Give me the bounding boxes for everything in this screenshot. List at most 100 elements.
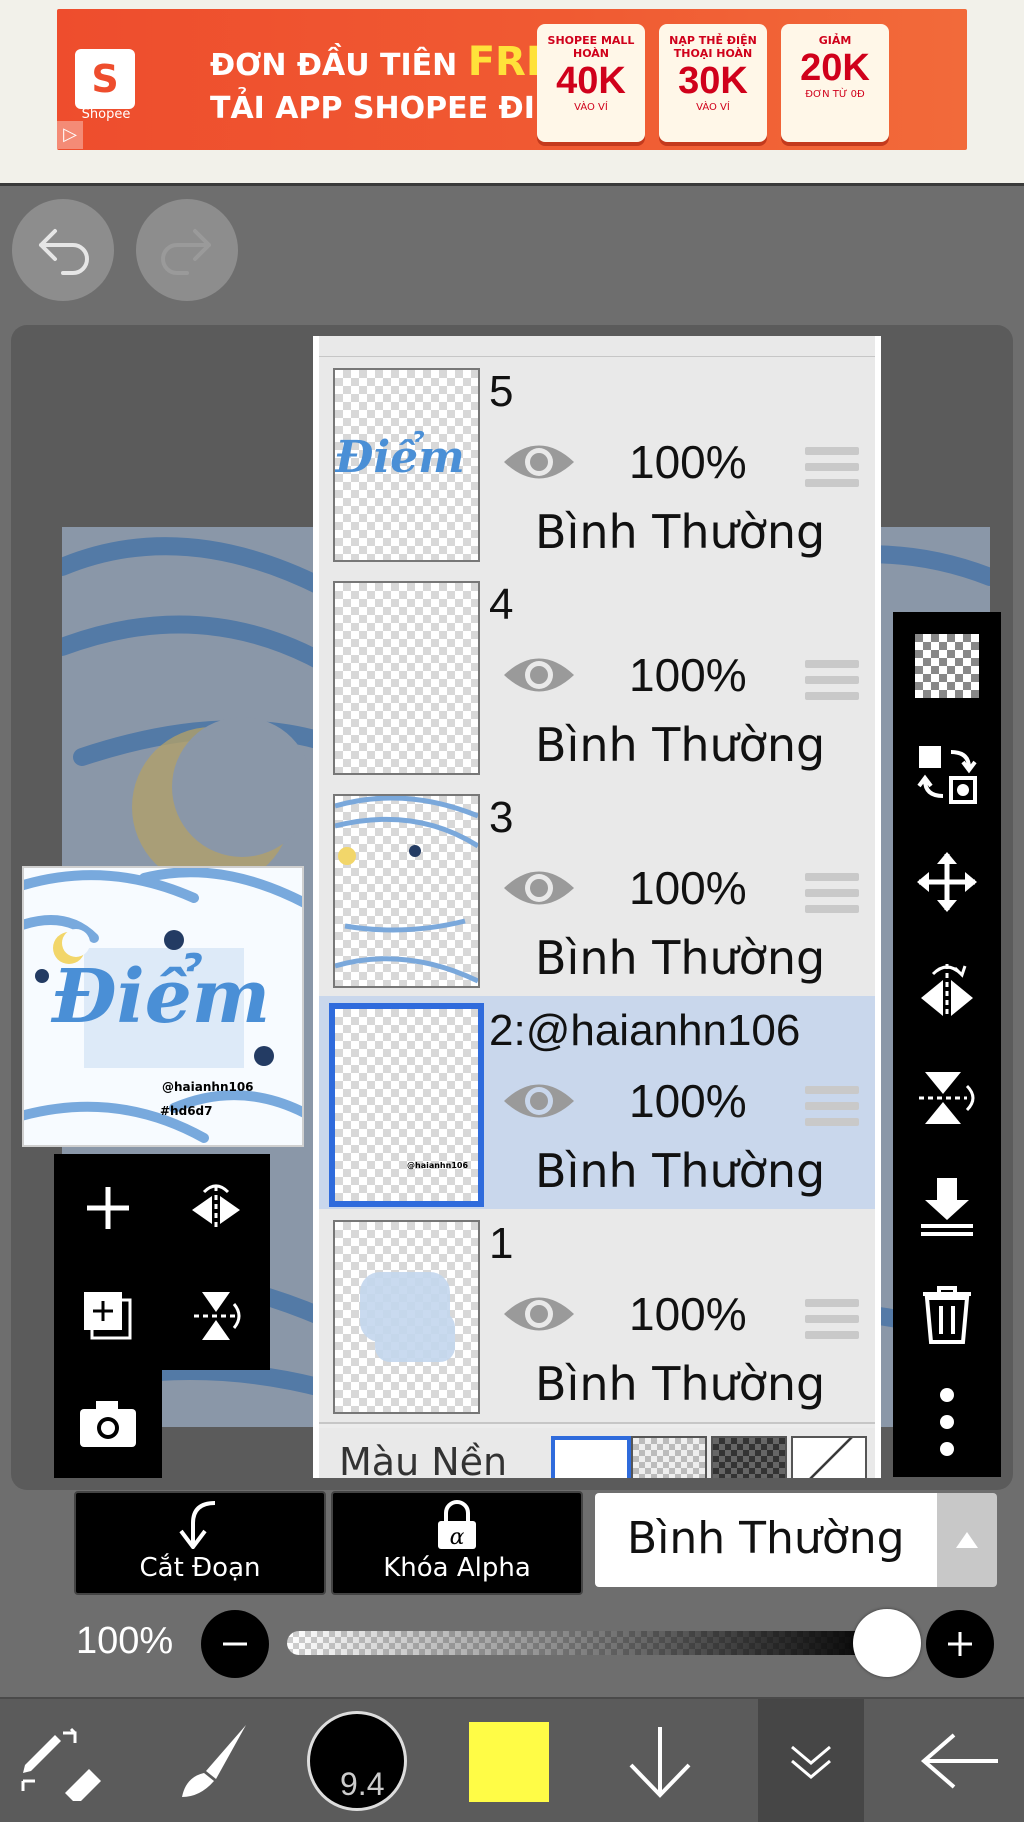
layer-name: 3 [489, 793, 514, 842]
brush-icon [182, 1724, 246, 1797]
triangle-up-icon [956, 1532, 978, 1548]
brush-size-button[interactable]: 9.4 [307, 1711, 407, 1811]
ad-choices-icon[interactable]: ▷ [57, 121, 83, 149]
add-layer-button[interactable] [54, 1154, 162, 1262]
blend-mode-value: Bình Thường [627, 1513, 905, 1564]
merge-down-button[interactable] [893, 1152, 1001, 1260]
visibility-eye-icon[interactable] [501, 1289, 577, 1339]
import-photo-button[interactable] [54, 1370, 162, 1478]
layer-opacity: 100% [629, 1288, 747, 1340]
layer-row[interactable]: Điểm 5 100% Bình Thường [319, 357, 875, 572]
transparency-button[interactable] [893, 612, 1001, 720]
visibility-eye-icon[interactable] [501, 437, 577, 487]
pen-eraser-switch-icon [21, 1727, 101, 1801]
flip-vertical-layer-button[interactable] [162, 1262, 270, 1370]
blend-mode-select[interactable]: Bình Thường [595, 1493, 937, 1587]
layer-name: 4 [489, 580, 514, 629]
layer-row[interactable]: 1 100% Bình Thường [319, 1209, 875, 1424]
layer-swap-button[interactable] [893, 720, 1001, 828]
layer-blend-mode: Bình Thường [535, 505, 826, 559]
flip-horizontal-button[interactable] [893, 936, 1001, 1044]
clipping-button[interactable]: Cắt Đoạn [74, 1491, 326, 1595]
tool-switch-button[interactable] [10, 1699, 110, 1822]
background-color-row[interactable]: Màu Nền [319, 1428, 875, 1478]
brush-size-value: 9.4 [340, 1766, 385, 1802]
camera-pad [54, 1370, 162, 1478]
layer-row[interactable]: 3 100% Bình Thường [319, 783, 875, 998]
flip-horizontal-layer-button[interactable] [162, 1154, 270, 1262]
layer-name: 2:@haianhn106 [489, 1006, 801, 1055]
minus-icon [223, 1642, 247, 1646]
flip-vertical-icon [919, 1072, 975, 1124]
visibility-eye-icon[interactable] [501, 1076, 577, 1126]
layer-list-scroll[interactable]: Điểm 5 100% Bình Thường 4 100% Bình Thườ… [319, 336, 875, 1478]
opacity-slider-track[interactable] [287, 1631, 887, 1655]
blend-mode-dropdown-button[interactable] [937, 1493, 997, 1587]
bg-swatch-white[interactable] [551, 1436, 631, 1478]
drag-handle-icon[interactable] [805, 873, 859, 913]
flip-horizontal-icon [921, 964, 973, 1018]
plus-icon [948, 1632, 972, 1656]
coupon-sub: ĐƠN TỪ 0Đ [805, 89, 865, 100]
layer-blend-mode: Bình Thường [535, 931, 826, 985]
bg-swatch-none[interactable] [791, 1436, 867, 1478]
svg-text:α: α [450, 1525, 465, 1550]
layer-blend-mode: Bình Thường [535, 718, 826, 772]
right-toolbar [893, 612, 1001, 1477]
move-icon [917, 852, 977, 912]
drag-handle-icon[interactable] [805, 447, 859, 487]
back-button[interactable] [905, 1699, 1015, 1822]
plus-icon [87, 1187, 129, 1229]
trash-icon [923, 1286, 971, 1344]
current-color-button[interactable] [469, 1722, 549, 1802]
coupon-top: SHOPEE MALL HOÀN [547, 34, 635, 60]
layer-thumbnail [333, 1220, 480, 1414]
drag-handle-icon[interactable] [805, 660, 859, 700]
thumbnail-title-text: Điểm [52, 954, 271, 1040]
ad-subline: TẢI APP SHOPEE ĐI [210, 91, 535, 126]
drag-handle-icon[interactable] [805, 1086, 859, 1126]
layer-thumbnail: Điểm [333, 368, 480, 562]
bg-swatch-transparent[interactable] [631, 1436, 707, 1478]
more-options-button[interactable] [893, 1368, 1001, 1476]
coupon-top: GIẢM [818, 34, 852, 47]
coupon-sub: VÀO VÍ [574, 102, 608, 113]
undo-icon [39, 229, 89, 275]
redo-icon [161, 229, 211, 275]
arrow-left-icon [920, 1732, 998, 1789]
visibility-eye-icon[interactable] [501, 863, 577, 913]
shopee-ad-banner[interactable]: S Shopee ĐƠN ĐẦU TIÊN FREE TẢI APP SHOPE… [57, 9, 967, 150]
layer-row-selected[interactable]: @haianhn106 2:@haianhn106 100% Bình Thườ… [319, 996, 875, 1211]
layer-opacity: 100% [629, 1075, 747, 1127]
opacity-increase-button[interactable] [926, 1610, 994, 1678]
duplicate-layer-button[interactable] [54, 1262, 162, 1370]
layer-thumbnail: @haianhn106 [329, 1003, 484, 1207]
brush-tool-button[interactable] [160, 1699, 260, 1822]
layer-down-button[interactable] [610, 1699, 710, 1822]
canvas-thumbnail[interactable]: Điểm @haianhn106 #hd6d7 [22, 866, 304, 1147]
alpha-lock-button[interactable]: α Khóa Alpha [331, 1491, 583, 1595]
redo-button[interactable] [136, 199, 238, 301]
thumbnail-code-text: #hd6d7 [160, 1104, 213, 1118]
ad-coupon: NẠP THẺ ĐIỆN THOẠI HOÀN 30K VÀO VÍ [659, 24, 767, 142]
layer-panel-toggle-button[interactable] [758, 1699, 864, 1822]
opacity-decrease-button[interactable] [201, 1610, 269, 1678]
drag-handle-icon[interactable] [805, 1299, 859, 1339]
opacity-slider-handle[interactable] [853, 1609, 921, 1677]
undo-button[interactable] [12, 199, 114, 301]
layer-row-partial [319, 336, 875, 358]
flip-vertical-icon [194, 1292, 241, 1340]
layer-row[interactable]: 4 100% Bình Thường [319, 570, 875, 785]
clipping-label: Cắt Đoạn [139, 1553, 261, 1583]
bg-swatch-dark[interactable] [711, 1436, 787, 1478]
layer-opacity: 100% [629, 649, 747, 701]
layer-name: 5 [489, 367, 514, 416]
move-button[interactable] [893, 828, 1001, 936]
ad-coupon: GIẢM 20K ĐƠN TỪ 0Đ [781, 24, 889, 142]
visibility-eye-icon[interactable] [501, 650, 577, 700]
delete-layer-button[interactable] [893, 1260, 1001, 1368]
layer-thumbnail-content [360, 1272, 455, 1362]
opacity-label: 100% [76, 1620, 174, 1662]
layer-list[interactable]: Điểm 5 100% Bình Thường 4 100% Bình Thườ… [313, 336, 881, 1478]
flip-vertical-button[interactable] [893, 1044, 1001, 1152]
